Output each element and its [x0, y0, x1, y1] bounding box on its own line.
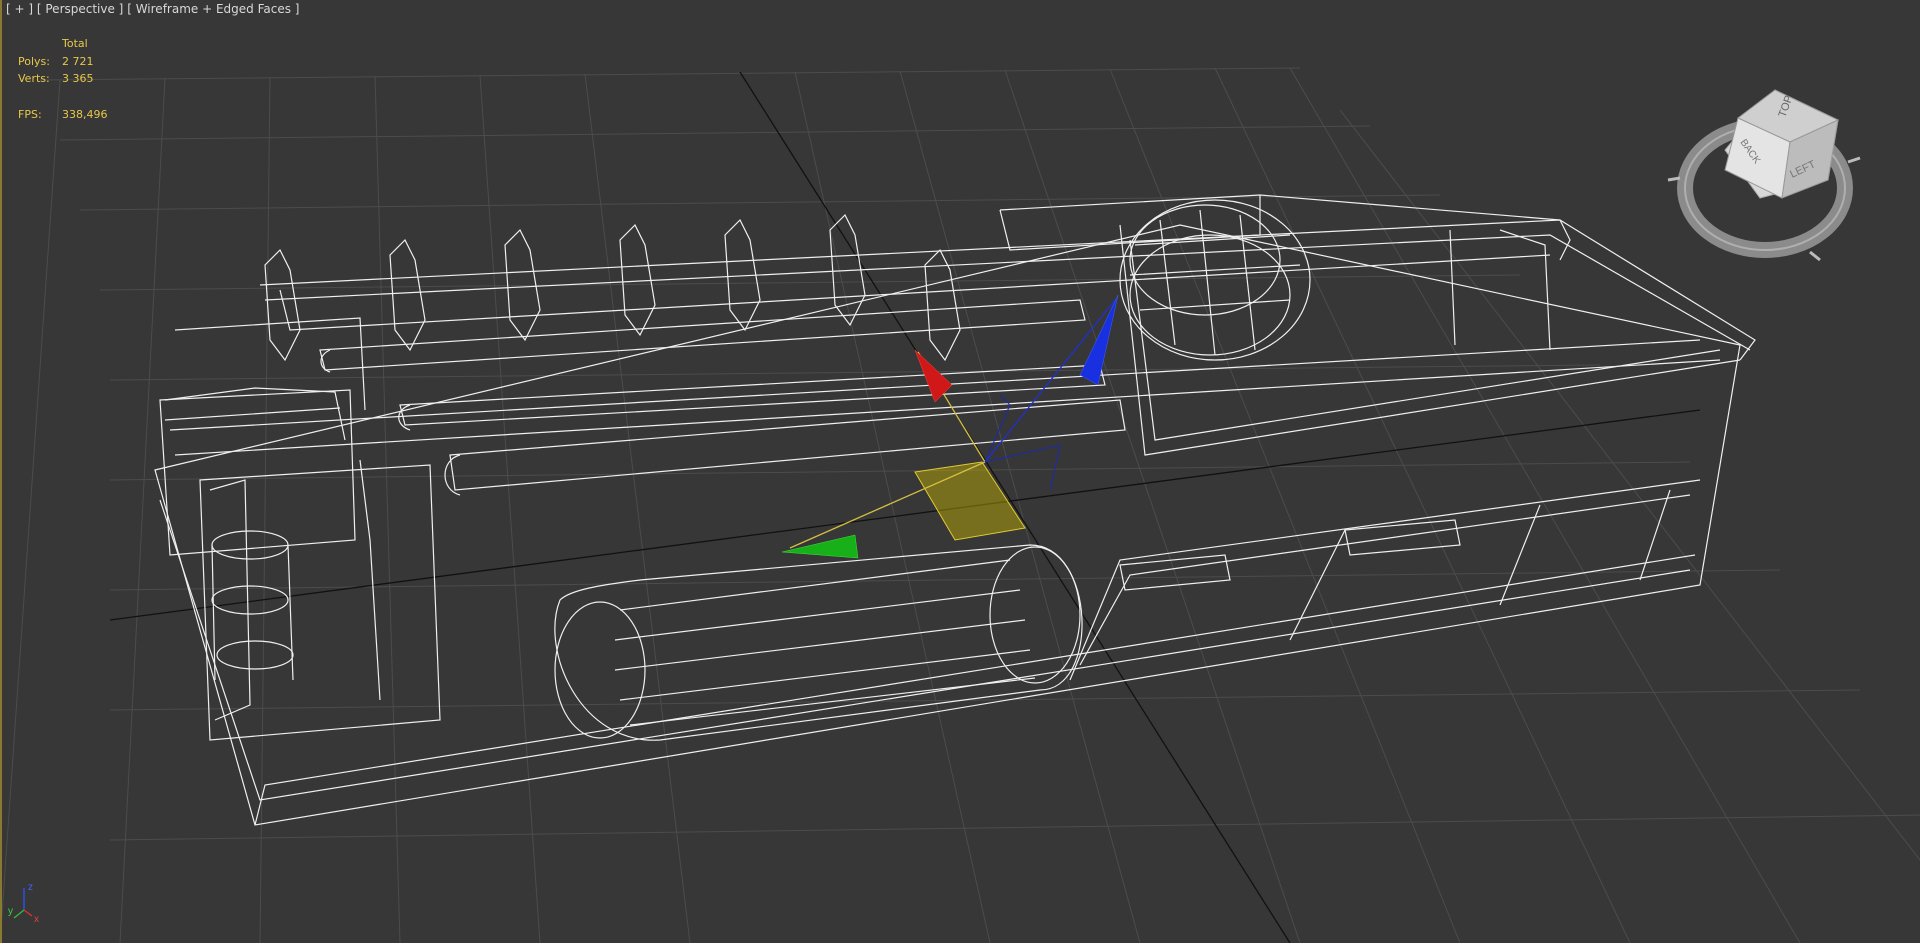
fps-value: 338,496 — [62, 107, 108, 121]
verts-value: 3 365 — [62, 72, 94, 85]
viewport-label-bar[interactable]: [ + ] [ Perspective ] [ Wireframe + Edge… — [6, 2, 299, 16]
world-axis-tripod: z y x — [8, 882, 39, 924]
transform-gizmo[interactable] — [781, 294, 1119, 559]
verts-label: Verts: — [18, 72, 50, 85]
viewport-statistics: Total Polys: 2 721 Verts: 3 365 FPS: 338… — [18, 35, 142, 123]
axis-y-label: y — [8, 906, 13, 917]
fps-label: FPS: — [18, 107, 42, 121]
axis-z-label: z — [28, 882, 33, 893]
polys-label: Polys: — [18, 54, 50, 68]
viewport-point-of-view-menu[interactable]: [ Perspective ] — [37, 2, 124, 16]
perspective-viewport[interactable]: [ + ] [ Perspective ] [ Wireframe + Edge… — [0, 0, 1920, 943]
world-axis-lines — [109, 71, 1701, 943]
axis-x-label: x — [34, 914, 39, 924]
viewport-general-menu[interactable]: [ + ] — [6, 2, 33, 16]
viewcube[interactable]: TOP BACK LEFT — [1660, 80, 1870, 270]
viewport-shading-menu[interactable]: [ Wireframe + Edged Faces ] — [127, 2, 299, 16]
polys-value: 2 721 — [62, 54, 94, 68]
active-viewport-border — [0, 0, 2, 943]
stats-header: Total — [62, 37, 88, 50]
viewport-scene[interactable] — [0, 0, 1920, 943]
